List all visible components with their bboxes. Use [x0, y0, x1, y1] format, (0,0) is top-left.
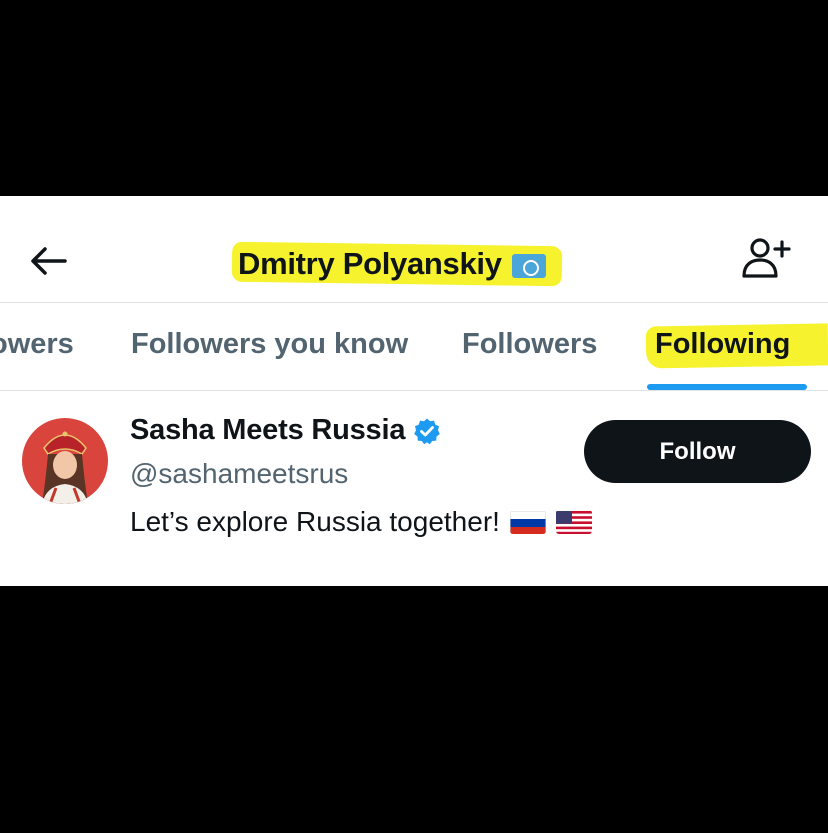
user-name-row: Sasha Meets Russia [130, 414, 441, 447]
verified-badge-icon [414, 418, 441, 444]
followers-panel: Dmitry Polyanskiy owers Followers you kn… [0, 196, 828, 586]
usa-flag-icon [555, 510, 592, 534]
tab-following[interactable]: Following [645, 321, 828, 369]
follow-button[interactable]: Follow [584, 420, 811, 483]
tab-bar: owers Followers you know Followers Follo… [0, 196, 828, 396]
tabs-divider [0, 390, 828, 391]
tab-verified-followers[interactable]: owers [0, 328, 74, 361]
avatar-image [22, 418, 108, 504]
avatar[interactable] [22, 418, 108, 504]
user-name[interactable]: Sasha Meets Russia [130, 414, 405, 447]
user-handle[interactable]: @sashameetsrus [130, 458, 348, 490]
tab-following-label: Following [655, 328, 791, 360]
user-bio-text: Let’s explore Russia together! [130, 506, 500, 537]
russia-flag-icon [509, 510, 546, 534]
tab-followers-you-know[interactable]: Followers you know [131, 328, 408, 361]
tab-followers[interactable]: Followers [462, 328, 597, 361]
user-bio: Let’s explore Russia together! [130, 506, 592, 538]
